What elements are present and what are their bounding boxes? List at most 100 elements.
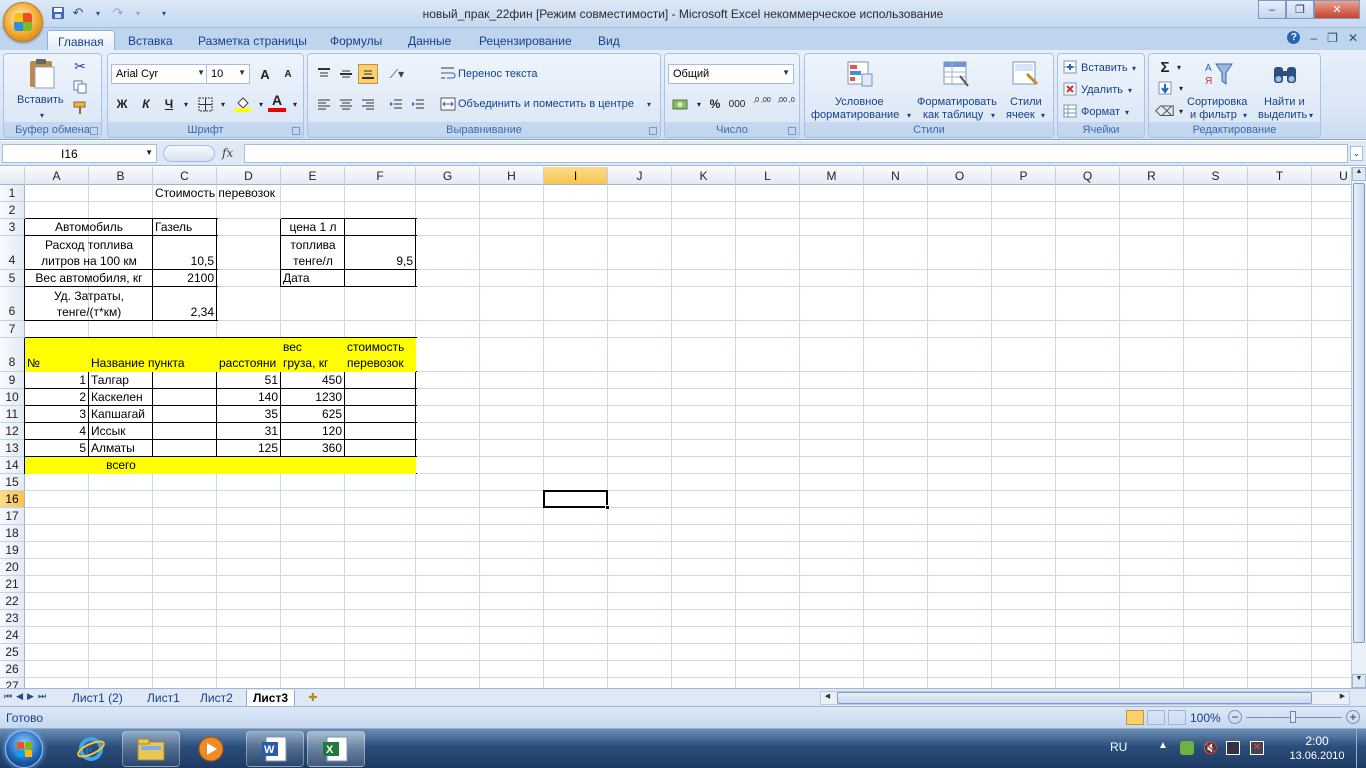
sheet-navigation-icons[interactable]: ⏮◀▶⏭	[4, 691, 50, 702]
name-box[interactable]: I16 ▼	[2, 144, 157, 163]
tab-view[interactable]: Вид	[588, 30, 630, 50]
row-header-24[interactable]: 24	[0, 627, 25, 644]
scroll-right-icon[interactable]: ▶	[1336, 692, 1349, 704]
table-cell-n[interactable]: 2	[25, 389, 86, 406]
clock-date[interactable]: 13.06.2010	[1282, 750, 1352, 762]
cell-b8[interactable]: Название пункта	[91, 355, 185, 372]
borders-dropdown-icon[interactable]: ▾	[213, 94, 233, 114]
underline-dropdown-icon[interactable]: ▾	[176, 94, 196, 114]
column-header-c[interactable]: C	[153, 167, 217, 185]
paste-icon[interactable]	[26, 58, 58, 90]
thousands-button[interactable]: 000	[727, 94, 747, 114]
row-header-19[interactable]: 19	[0, 542, 25, 559]
font-size-dropdown-icon[interactable]: ▼	[238, 68, 246, 77]
scroll-down-icon[interactable]: ▼	[1352, 674, 1366, 688]
tray-power-icon[interactable]: ✕	[1250, 741, 1264, 755]
zoom-in-icon[interactable]: +	[1346, 710, 1360, 724]
cell-d8[interactable]: расстояни	[219, 355, 280, 372]
row-header-17[interactable]: 17	[0, 508, 25, 525]
cell-a4-line1[interactable]: Расход топлива	[25, 237, 153, 254]
page-layout-view-icon[interactable]	[1147, 710, 1165, 725]
cell-e5[interactable]: Дата	[283, 270, 310, 287]
zoom-out-icon[interactable]: −	[1228, 710, 1242, 724]
ribbon-restore-icon[interactable]: ❐	[1327, 31, 1338, 45]
number-format-dropdown-icon[interactable]: ▼	[782, 68, 790, 77]
column-header-t[interactable]: T	[1248, 167, 1312, 185]
font-launcher-icon[interactable]	[292, 127, 300, 135]
table-cell-weight[interactable]: 120	[281, 423, 342, 440]
table-cell-n[interactable]: 5	[25, 440, 86, 457]
column-header-n[interactable]: N	[864, 167, 928, 185]
align-left-icon[interactable]	[314, 94, 334, 114]
percent-button[interactable]: %	[705, 94, 725, 114]
font-name-dropdown-icon[interactable]: ▼	[197, 68, 205, 77]
row-header-20[interactable]: 20	[0, 559, 25, 576]
align-right-icon[interactable]	[358, 94, 378, 114]
sheet-tab-3[interactable]: Лист2	[194, 690, 239, 707]
tab-home[interactable]: Главная	[47, 30, 115, 50]
column-header-m[interactable]: M	[800, 167, 864, 185]
cell-c6[interactable]: 2,34	[153, 304, 214, 321]
fill-handle[interactable]	[605, 505, 610, 510]
table-cell-name[interactable]: Каскелен	[91, 389, 143, 406]
horizontal-scroll-thumb[interactable]	[837, 692, 1312, 704]
cell-b14[interactable]: всего	[25, 457, 217, 474]
office-button[interactable]	[3, 2, 43, 42]
sort-filter-icon[interactable]: АЯ	[1203, 59, 1235, 89]
number-format-combo[interactable]: Общий ▼	[668, 64, 794, 84]
wrap-text-button[interactable]: Перенос текста	[458, 68, 538, 81]
table-cell-weight[interactable]: 450	[281, 372, 342, 389]
cell-e8-line1[interactable]: вес	[283, 339, 302, 356]
taskbar-explorer-icon[interactable]	[122, 731, 180, 767]
show-hidden-icons-icon[interactable]: ▲	[1158, 740, 1168, 751]
table-cell-dist[interactable]: 35	[217, 406, 278, 423]
row-header-4[interactable]: 4	[0, 236, 25, 270]
font-color-icon[interactable]: A	[268, 92, 286, 112]
table-cell-weight[interactable]: 1230	[281, 389, 342, 406]
merge-center-button[interactable]: Объединить и поместить в центре	[458, 98, 634, 111]
row-header-7[interactable]: 7	[0, 321, 25, 338]
autosum-dropdown-icon[interactable]: ▾	[1169, 57, 1189, 77]
find-select-button[interactable]: Найти и	[1264, 96, 1305, 109]
row-header-25[interactable]: 25	[0, 644, 25, 661]
restore-button[interactable]: ❐	[1286, 0, 1314, 19]
fill-dropdown-icon[interactable]: ▾	[1171, 78, 1191, 98]
row-header-1[interactable]: 1	[0, 185, 25, 202]
cell-a3[interactable]: Автомобиль	[25, 219, 153, 236]
taskbar-word-icon[interactable]: W	[246, 731, 304, 767]
font-name-combo[interactable]: Arial Cyr ▼	[111, 64, 209, 84]
row-header-10[interactable]: 10	[0, 389, 25, 406]
grow-font-button[interactable]: A	[255, 64, 275, 84]
cell-styles-button[interactable]: Стили	[1010, 96, 1042, 109]
close-button[interactable]: ✕	[1314, 0, 1360, 19]
name-box-dropdown-icon[interactable]: ▼	[145, 148, 153, 157]
column-header-i[interactable]: I	[544, 167, 608, 185]
select-all-corner[interactable]	[0, 167, 25, 185]
tab-insert[interactable]: Вставка	[118, 30, 183, 50]
cut-icon[interactable]: ✂	[72, 58, 88, 74]
row-header-26[interactable]: 26	[0, 661, 25, 678]
insert-cells-dropdown-icon[interactable]: ▾	[1132, 62, 1136, 75]
sheet-tab-2[interactable]: Лист1	[141, 690, 186, 707]
help-icon[interactable]: ?	[1287, 31, 1301, 44]
insert-cells-icon[interactable]	[1062, 59, 1078, 75]
align-top-icon[interactable]	[314, 64, 334, 84]
format-table-dropdown-icon[interactable]: ▾	[991, 109, 995, 122]
decrease-decimal-button[interactable]: ,00 ,0	[775, 91, 797, 111]
cell-c5[interactable]: 2100	[153, 270, 214, 287]
language-indicator[interactable]: RU	[1110, 740, 1127, 754]
taskbar-ie-icon[interactable]: e	[62, 731, 120, 767]
find-select-dropdown-icon[interactable]: ▾	[1309, 109, 1313, 122]
cell-styles-icon[interactable]	[1010, 59, 1040, 89]
row-header-13[interactable]: 13	[0, 440, 25, 457]
row-header-8[interactable]: 8	[0, 338, 25, 372]
ribbon-close-icon[interactable]: ✕	[1348, 31, 1358, 45]
delete-cells-button[interactable]: Удалить	[1081, 84, 1123, 97]
orientation-icon[interactable]: ⟋▾	[386, 64, 408, 84]
column-header-s[interactable]: S	[1184, 167, 1248, 185]
minimize-button[interactable]: –	[1258, 0, 1286, 19]
tab-review[interactable]: Рецензирование	[469, 30, 582, 50]
borders-icon[interactable]	[197, 96, 213, 112]
tray-security-icon[interactable]	[1180, 741, 1194, 755]
taskbar-excel-icon[interactable]: X	[307, 731, 365, 767]
